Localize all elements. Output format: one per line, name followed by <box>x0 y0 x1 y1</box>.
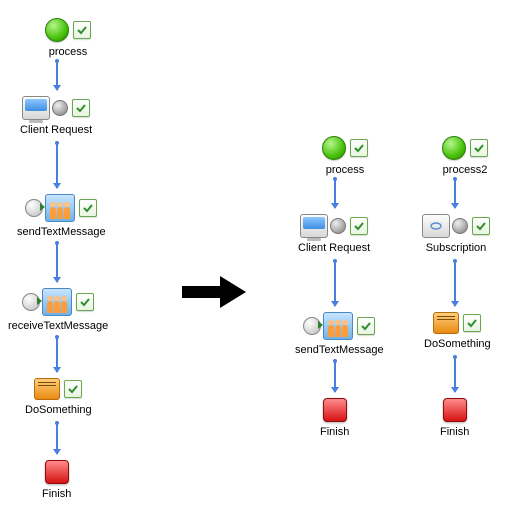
check-icon <box>350 217 368 235</box>
node-label: sendTextMessage <box>295 344 384 356</box>
node-do-something[interactable]: DoSomething <box>25 378 92 416</box>
node-label: Finish <box>440 426 469 438</box>
node-subscription[interactable]: Subscription <box>422 214 490 254</box>
node-send-text-a[interactable]: sendTextMessage <box>295 312 384 356</box>
transform-arrow-icon <box>180 272 250 315</box>
send-message-icon <box>303 312 353 340</box>
check-icon <box>79 199 97 217</box>
subscription-icon <box>422 214 468 238</box>
flow-arrow <box>334 362 336 392</box>
flow-arrow <box>454 262 456 306</box>
node-client-request-a[interactable]: Client Request <box>298 214 370 254</box>
node-process[interactable]: process <box>45 18 91 58</box>
client-request-icon <box>22 96 68 120</box>
node-label: Client Request <box>20 124 92 136</box>
node-label: process2 <box>443 164 488 176</box>
flow-arrow <box>56 244 58 282</box>
node-label: Finish <box>320 426 349 438</box>
flow-arrow <box>56 338 58 372</box>
client-request-icon <box>300 214 346 238</box>
node-do-something-b[interactable]: DoSomething <box>424 312 491 350</box>
finish-icon <box>323 398 347 422</box>
send-message-icon <box>25 194 75 222</box>
flow-arrow <box>334 262 336 306</box>
check-icon <box>470 139 488 157</box>
check-icon <box>76 293 94 311</box>
flow-arrow <box>56 144 58 188</box>
node-send-text[interactable]: sendTextMessage <box>17 194 106 238</box>
node-label: Finish <box>42 488 71 500</box>
node-receive-text[interactable]: receiveTextMessage <box>8 288 108 332</box>
node-label: process <box>49 46 88 58</box>
node-process-a[interactable]: process <box>322 136 368 176</box>
receive-message-icon <box>22 288 72 316</box>
check-icon <box>472 217 490 235</box>
node-label: DoSomething <box>25 404 92 416</box>
activity-icon <box>433 312 459 334</box>
check-icon <box>73 21 91 39</box>
flow-arrow <box>56 424 58 454</box>
node-label: process <box>326 164 365 176</box>
process-icon <box>322 136 346 160</box>
check-icon <box>463 314 481 332</box>
flow-arrow <box>454 358 456 392</box>
check-icon <box>357 317 375 335</box>
node-finish-b[interactable]: Finish <box>440 398 469 438</box>
node-label: Client Request <box>298 242 370 254</box>
check-icon <box>72 99 90 117</box>
process-icon <box>442 136 466 160</box>
activity-icon <box>34 378 60 400</box>
node-label: sendTextMessage <box>17 226 106 238</box>
node-label: receiveTextMessage <box>8 320 108 332</box>
node-finish-a[interactable]: Finish <box>320 398 349 438</box>
node-process-b[interactable]: process2 <box>442 136 488 176</box>
flow-arrow <box>454 180 456 208</box>
check-icon <box>350 139 368 157</box>
finish-icon <box>45 460 69 484</box>
check-icon <box>64 380 82 398</box>
flow-arrow <box>56 62 58 90</box>
node-finish[interactable]: Finish <box>42 460 71 500</box>
flow-arrow <box>334 180 336 208</box>
process-icon <box>45 18 69 42</box>
node-label: Subscription <box>426 242 487 254</box>
finish-icon <box>443 398 467 422</box>
node-client-request[interactable]: Client Request <box>20 96 92 136</box>
node-label: DoSomething <box>424 338 491 350</box>
